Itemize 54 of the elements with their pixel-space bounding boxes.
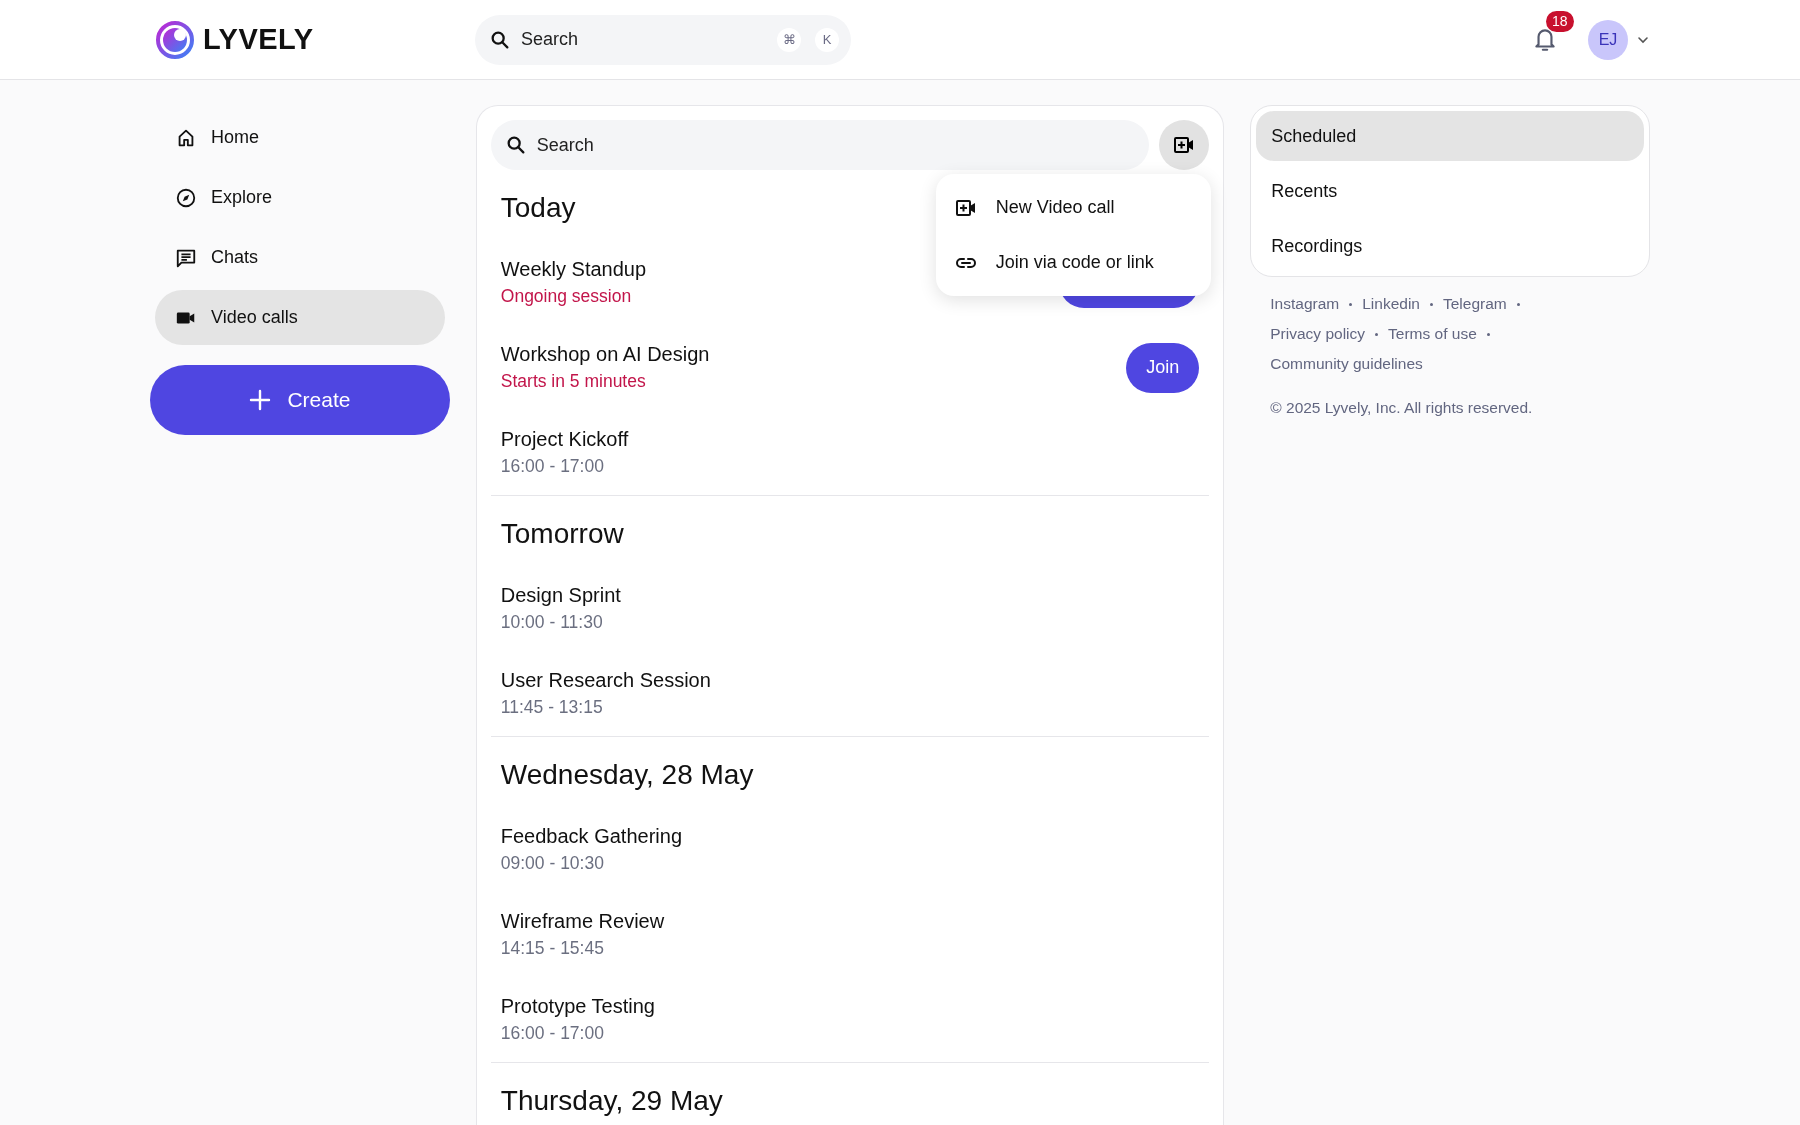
separator-dot <box>1429 302 1433 306</box>
meeting-title: Weekly Standup <box>500 258 647 281</box>
join-button[interactable]: Join <box>1126 342 1200 393</box>
compass-icon <box>175 186 197 209</box>
meeting-title: Wireframe Review <box>500 910 665 933</box>
footer-link[interactable]: Instagram <box>1270 295 1340 313</box>
nav-item[interactable]: Explore <box>155 170 445 225</box>
meeting-title: Workshop on AI Design <box>500 343 710 366</box>
tab[interactable]: Recordings <box>1256 221 1644 271</box>
search-field[interactable]: Search ⌘ K <box>475 14 851 65</box>
nav-item[interactable]: Home <box>155 110 445 165</box>
user-avatar[interactable]: EJ <box>1588 19 1628 60</box>
separator-dot <box>1375 332 1379 336</box>
separator-dot <box>1486 332 1490 336</box>
plus-icon <box>249 389 272 411</box>
notification-count: 18 <box>1546 10 1574 32</box>
menu-item[interactable]: Join via code or link <box>935 235 1211 290</box>
copyright-text: © 2025 Lyvely, Inc. All rights reserved. <box>1270 399 1534 417</box>
meeting-time: 16:00 - 17:00 <box>500 456 604 477</box>
section-heading: Today <box>500 192 576 224</box>
logo-icon <box>155 19 195 60</box>
new-video-call-button[interactable] <box>1159 120 1210 170</box>
tab[interactable]: Scheduled <box>1256 111 1644 161</box>
meeting-title: Feedback Gathering <box>500 825 682 848</box>
section-heading: Wednesday, 28 May <box>500 759 754 791</box>
meeting-time: 16:00 - 17:00 <box>500 1023 604 1044</box>
shortcut-key: K <box>815 27 839 52</box>
separator-dot <box>1349 302 1353 306</box>
section-heading: Thursday, 29 May <box>500 1085 723 1117</box>
footer-link[interactable]: Telegram <box>1442 295 1507 313</box>
footer-link[interactable]: Community guidelines <box>1270 355 1423 373</box>
meeting-status: Starts in 5 minutes <box>500 371 646 392</box>
nav-item[interactable]: Chats <box>155 230 445 285</box>
search-field[interactable]: Search <box>490 120 1150 170</box>
separator-dot <box>1516 302 1520 306</box>
section-heading: Tomorrow <box>500 518 624 550</box>
logo-text: LYVELY <box>203 23 314 56</box>
create-button[interactable]: Create <box>150 365 450 435</box>
menu-item[interactable]: New Video call <box>935 180 1211 235</box>
meeting-time: 14:15 - 15:45 <box>500 938 604 959</box>
footer-link[interactable]: Linkedin <box>1362 295 1420 313</box>
shortcut-key: ⌘ <box>777 27 801 52</box>
meeting-title: Design Sprint <box>500 584 621 607</box>
tab[interactable]: Recents <box>1256 166 1644 216</box>
meeting-status: Ongoing session <box>500 286 632 307</box>
footer-link[interactable]: Terms of use <box>1388 325 1477 343</box>
meeting-title: Project Kickoff <box>500 428 629 451</box>
meeting-time: 09:00 - 10:30 <box>500 853 604 874</box>
nav-item[interactable]: Video calls <box>155 290 445 345</box>
footer-link[interactable]: Privacy policy <box>1270 325 1366 343</box>
meeting-title: User Research Session <box>500 669 711 692</box>
meeting-time: 10:00 - 11:30 <box>500 612 603 633</box>
meeting-time: 11:45 - 13:15 <box>500 697 603 718</box>
meeting-title: Prototype Testing <box>500 995 655 1018</box>
